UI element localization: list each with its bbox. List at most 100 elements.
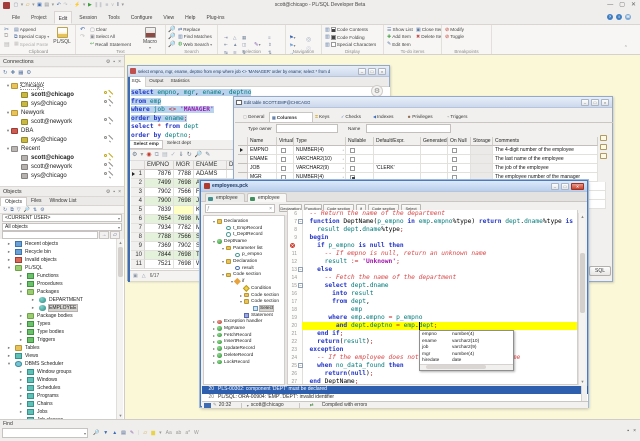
grid-cell[interactable]: 7698 <box>174 251 194 260</box>
virtual-checkbox[interactable] <box>281 157 286 162</box>
ribbon-item-recallstatement[interactable]: ↩Recall Statement <box>90 41 131 48</box>
feedback-icon[interactable]: ✉ <box>625 14 631 20</box>
result-tab-selectemp[interactable]: Select emp <box>129 140 163 149</box>
connection-item[interactable]: ▾Chicago <box>0 81 124 90</box>
plsql-beautifier-button[interactable]: PL/SQL <box>50 26 74 45</box>
word-icon[interactable]: ab <box>176 429 182 437</box>
onnull-checkbox[interactable] <box>452 166 457 171</box>
minimize-button[interactable]: — <box>607 2 613 9</box>
program-tree-item[interactable]: ▾Declaration <box>204 258 285 265</box>
onnull-cell[interactable] <box>448 155 471 164</box>
ribbon-item-findmatches[interactable]: ▥Find Matches <box>178 33 212 40</box>
employee-tab-body[interactable]: employee <box>247 193 287 202</box>
folder-search-icon[interactable]: ▱ <box>143 429 147 437</box>
onnull-cell[interactable] <box>448 164 471 173</box>
errors-scrollbar[interactable] <box>581 386 587 401</box>
objects-tab-windowlist[interactable]: Window List <box>46 197 81 206</box>
pen-icon[interactable]: ✎▾ <box>254 33 261 51</box>
objects-search-input[interactable] <box>2 231 98 239</box>
maximize-button[interactable]: □ <box>591 99 599 106</box>
connection-item[interactable]: scott@chicago <box>0 90 124 99</box>
undo-icon[interactable]: ↶ <box>80 26 85 33</box>
grid-cell[interactable]: 7902 <box>174 242 194 251</box>
popup-item[interactable]: jobvarchar2(9) <box>422 345 513 352</box>
sort-icon[interactable]: ⇅ <box>33 207 37 213</box>
marker-icon[interactable]: ▆ <box>151 429 155 437</box>
user-filter-combo[interactable]: <CURRENT USER>▾ <box>2 214 122 222</box>
dialog-grid-header-generated[interactable]: Generated <box>421 137 448 146</box>
ribbon-tab-edit[interactable]: Edit <box>54 11 73 24</box>
object-filter-combo[interactable]: All objects▾ <box>2 223 122 231</box>
storage-cell[interactable] <box>471 155 493 164</box>
swap-lines-icon[interactable]: ⇅ <box>268 50 272 54</box>
dd[interactable]: ▾ <box>159 429 162 437</box>
grid-header-mgr[interactable]: MGR <box>174 161 194 170</box>
ribbon-item-toggle[interactable]: ⊘Toggle <box>445 33 464 40</box>
find-icon[interactable]: 🔎 <box>93 429 99 437</box>
add-connection-icon[interactable]: ✚ <box>11 70 16 76</box>
ribbon-tab-file[interactable]: File <box>8 11 24 24</box>
dialog-grid-header-nullable[interactable]: Nullable <box>346 137 374 146</box>
info-icon[interactable]: i <box>616 14 622 20</box>
nullable-checkbox[interactable] <box>350 166 355 171</box>
dialog-grid-header-virtual[interactable]: Virtual <box>277 137 294 146</box>
copy-icon[interactable]: ⧉ <box>155 151 159 159</box>
default-cell[interactable] <box>374 146 421 155</box>
ribbon-item-clear[interactable]: ▢Clear <box>90 26 131 33</box>
ribbon-tab-project[interactable]: Project <box>27 11 51 24</box>
connection-item[interactable]: sys@chicago <box>0 171 124 180</box>
display-option-codecontents[interactable]: ▥Code Contents <box>325 26 368 33</box>
scrollbar-thumb[interactable] <box>580 253 585 313</box>
column-name-cell[interactable]: ENAME <box>248 155 277 164</box>
ribbon-item-replace[interactable]: ⇄Replace <box>178 26 212 33</box>
default-cell[interactable] <box>374 155 421 164</box>
list-icon[interactable]: ▤ <box>121 429 126 437</box>
program-tree-item[interactable]: ▾if <box>204 278 285 285</box>
ribbon-collapse-icon[interactable]: ⌃ <box>624 45 628 51</box>
program-tree-item[interactable]: Statement <box>204 312 285 319</box>
ribbon-item-specialpaste[interactable]: ▦Special Paste <box>14 41 49 48</box>
ribbon-tab-view[interactable]: View <box>159 11 178 24</box>
grid-cell[interactable]: 7521 <box>145 260 174 269</box>
generated-cell[interactable] <box>421 146 448 155</box>
onnull-cell[interactable] <box>448 146 471 155</box>
employees-window-titlebar[interactable]: employees.pck–□✕ <box>201 181 587 192</box>
dialog-grid-header-type[interactable]: Type <box>294 137 346 146</box>
program-tree-item[interactable]: ▸DeleteRecord <box>204 352 285 359</box>
generated-cell[interactable] <box>421 155 448 164</box>
program-tree-item[interactable]: ▾DeptName <box>204 238 285 245</box>
dialog-grid-header-defaultexpr[interactable]: Default/Expr. <box>374 137 421 146</box>
program-tree-item[interactable]: ▸FetchRecord <box>204 332 285 339</box>
program-tree-item[interactable]: ▸Code section <box>204 292 285 299</box>
close-find-icon[interactable]: × <box>633 428 636 434</box>
ribbon-tab-tools[interactable]: Tools <box>104 11 124 24</box>
export-icon[interactable]: ⇓ <box>179 151 184 159</box>
dock-icon[interactable]: ▪ <box>627 428 629 434</box>
maximize-button[interactable]: ▢ <box>619 2 625 9</box>
ribbon-tab-plugins[interactable]: Plug-ins <box>202 11 228 24</box>
findprev-icon[interactable]: 🔎 <box>168 41 175 48</box>
paste-icon[interactable]: ▤ <box>162 151 168 159</box>
maximize-button[interactable]: □ <box>561 183 569 190</box>
gear-icon[interactable]: ⚙ <box>40 207 44 213</box>
dialog-titlebar[interactable]: Edit table SCOTT.EMP@CHICAGO–□× <box>234 97 612 108</box>
dialog-tab-indexes[interactable]: ◀Indexes <box>371 112 405 122</box>
refresh-icon[interactable]: ↻ <box>3 70 8 76</box>
dialog-tab-columns[interactable]: ▦Columns <box>269 112 313 122</box>
grid-cell[interactable]: 7698 <box>174 260 194 269</box>
ribbon-tab-configure[interactable]: Configure <box>127 11 157 24</box>
grid-cell[interactable]: 7876 <box>145 170 174 179</box>
column-name-cell[interactable]: EMPNO <box>248 146 277 155</box>
ribbon-item-edititem[interactable]: ✎Edit Item <box>387 41 413 48</box>
close-button[interactable]: ✕ <box>571 183 584 190</box>
panel-pin-icon[interactable]: ▪ <box>113 59 115 66</box>
panel-close-icon[interactable]: × <box>118 189 121 196</box>
ribbon-item-deleteitem[interactable]: ✖Delete Item <box>416 33 442 40</box>
layout-icon[interactable]: ▦ <box>18 70 23 76</box>
cut-icon[interactable]: ✂ <box>4 26 10 33</box>
comment-bubble-icon[interactable] <box>600 144 607 150</box>
program-tree-item[interactable]: result <box>204 265 285 272</box>
search-options-button[interactable]: ▱ <box>110 231 120 239</box>
objects-scrollbar[interactable]: ▲▼ <box>116 239 123 419</box>
check-icon[interactable]: ✓ <box>171 151 176 159</box>
